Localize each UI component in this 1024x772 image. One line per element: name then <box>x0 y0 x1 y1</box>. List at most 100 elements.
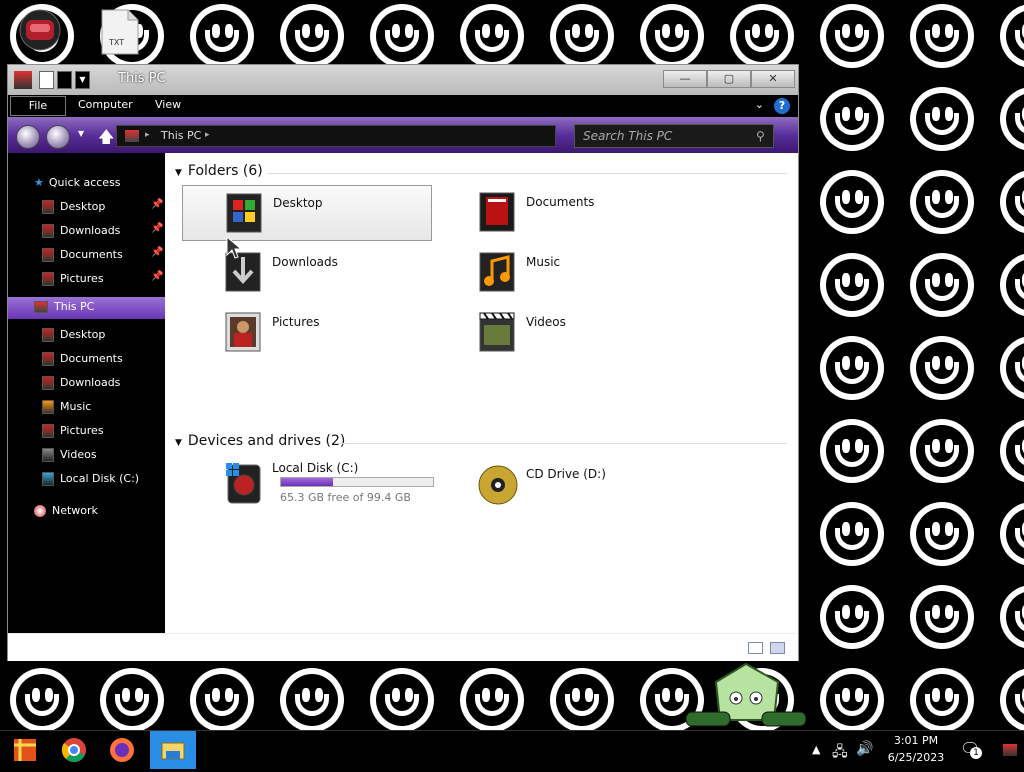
folder-tile-pictures[interactable]: Pictures <box>182 305 432 361</box>
nav-pc-documents[interactable]: Documents <box>42 349 123 369</box>
chrome-icon <box>61 738 86 763</box>
drive-label: CD Drive (D:) <box>526 467 606 481</box>
close-button[interactable]: ✕ <box>751 70 795 88</box>
network-tray-icon[interactable]: 🖧 <box>832 741 848 765</box>
desktop-icon-app[interactable] <box>18 6 62 58</box>
tab-computer[interactable]: Computer <box>78 98 133 111</box>
new-folder-icon[interactable] <box>57 71 72 89</box>
downloads-folder-icon <box>42 376 54 390</box>
drive-usage-fill <box>281 478 334 486</box>
folder-tile-videos[interactable]: Videos <box>436 305 686 361</box>
minimize-button[interactable]: — <box>663 70 707 88</box>
nav-quick-documents[interactable]: Documents <box>42 245 123 265</box>
nav-label: Music <box>60 400 92 413</box>
drive-label: Local Disk (C:) <box>272 461 359 475</box>
smiley-wallpaper-icon <box>550 668 614 730</box>
large-icons-view-icon[interactable] <box>770 642 785 654</box>
smiley-wallpaper-icon <box>1000 336 1024 400</box>
show-hidden-icons-icon[interactable]: ▲ <box>812 743 820 756</box>
status-bar <box>8 633 798 661</box>
smiley-wallpaper-icon <box>280 668 344 730</box>
nav-quick-access[interactable]: ★ Quick access <box>34 173 121 193</box>
smiley-wallpaper-icon <box>370 4 434 68</box>
back-button[interactable] <box>16 125 40 149</box>
properties-icon[interactable] <box>39 71 54 89</box>
search-input[interactable]: Search This PC <box>574 124 774 148</box>
nav-label: Downloads <box>60 376 121 389</box>
clock[interactable]: 3:01 PM 6/25/2023 <box>880 734 952 764</box>
drive-tile-d[interactable]: CD Drive (D:) <box>436 455 686 515</box>
collapse-icon[interactable]: ▼ <box>175 438 182 448</box>
show-desktop-button[interactable] <box>1000 739 1020 761</box>
nav-quick-downloads[interactable]: Downloads <box>42 221 120 241</box>
drive-free-space: 65.3 GB free of 99.4 GB <box>280 491 411 504</box>
this-pc-icon <box>34 301 48 313</box>
nav-pc-desktop[interactable]: Desktop <box>42 325 105 345</box>
address-field[interactable]: ▸ This PC ▸ <box>116 125 556 147</box>
smiley-wallpaper-icon <box>730 4 794 68</box>
quick-access-toolbar: ▼ <box>14 71 90 89</box>
start-button[interactable] <box>2 731 46 769</box>
devices-group-header[interactable]: ▼ Devices and drives (2) <box>175 433 345 449</box>
this-pc-small-icon <box>125 130 139 142</box>
action-center-button[interactable]: 🗨 1 <box>960 739 982 761</box>
nav-pc-downloads[interactable]: Downloads <box>42 373 120 393</box>
search-icon[interactable]: ⚲ <box>756 129 765 143</box>
forward-button[interactable] <box>46 125 70 149</box>
taskbar-file-explorer[interactable] <box>150 731 196 769</box>
pin-icon[interactable]: 📌 <box>151 247 163 258</box>
pin-icon[interactable]: 📌 <box>151 199 163 210</box>
folder-tile-documents[interactable]: Documents <box>436 185 686 241</box>
maximize-button[interactable]: ▢ <box>707 70 751 88</box>
nav-network[interactable]: Network <box>34 501 98 521</box>
folder-tile-desktop[interactable]: Desktop <box>182 185 432 241</box>
smiley-wallpaper-icon <box>820 668 884 730</box>
collapse-icon[interactable]: ▼ <box>175 168 182 178</box>
smiley-wallpaper-icon <box>820 419 884 483</box>
recent-locations-icon[interactable]: ▼ <box>78 129 84 138</box>
pin-icon[interactable]: 📌 <box>151 271 163 282</box>
expand-ribbon-icon[interactable]: ⌄ <box>755 98 764 111</box>
pin-icon[interactable]: 📌 <box>151 223 163 234</box>
breadcrumb-this-pc[interactable]: This PC <box>161 129 201 142</box>
content-pane: ▼ Folders (6) Desktop Documents Downloads <box>165 153 798 633</box>
smiley-wallpaper-icon <box>460 668 524 730</box>
nav-quick-pictures[interactable]: Pictures <box>42 269 104 289</box>
txt-label: TXT <box>109 38 125 47</box>
taskbar-firefox[interactable] <box>100 731 144 769</box>
smiley-wallpaper-icon <box>910 585 974 649</box>
nav-label: Pictures <box>60 272 104 285</box>
breadcrumb-separator-icon[interactable]: ▸ <box>205 130 210 140</box>
up-button[interactable]: 🡅 <box>98 126 114 153</box>
divider <box>267 173 787 174</box>
folder-label: Music <box>526 255 561 269</box>
tab-view[interactable]: View <box>155 98 181 111</box>
nav-pc-videos[interactable]: Videos <box>42 445 97 465</box>
nav-pc-pictures[interactable]: Pictures <box>42 421 104 441</box>
qat-dropdown-icon[interactable]: ▼ <box>75 71 90 89</box>
tab-file[interactable]: File <box>10 96 66 116</box>
nav-this-pc[interactable]: This PC <box>8 297 165 319</box>
nav-quick-desktop[interactable]: Desktop <box>42 197 105 217</box>
drive-tile-c[interactable]: Local Disk (C:) 65.3 GB free of 99.4 GB <box>182 455 434 515</box>
local-disk-icon <box>226 463 261 504</box>
title-bar[interactable]: ▼ This PC — ▢ ✕ <box>8 65 798 95</box>
taskbar-chrome[interactable] <box>52 731 96 769</box>
folder-tile-downloads[interactable]: Downloads <box>182 245 432 301</box>
nav-pc-music[interactable]: Music <box>42 397 91 417</box>
volume-icon[interactable]: 🔊 <box>856 741 873 757</box>
folders-group-header[interactable]: ▼ Folders (6) <box>175 163 263 179</box>
smiley-wallpaper-icon <box>910 419 974 483</box>
smiley-wallpaper-icon <box>820 4 884 68</box>
smiley-wallpaper-icon <box>370 668 434 730</box>
nav-label: Pictures <box>60 424 104 437</box>
folder-label: Downloads <box>272 255 338 269</box>
details-view-icon[interactable] <box>748 642 763 654</box>
folder-tile-music[interactable]: Music <box>436 245 686 301</box>
smiley-wallpaper-icon <box>910 170 974 234</box>
help-icon[interactable]: ? <box>774 98 790 114</box>
nav-pc-local-disk[interactable]: Local Disk (C:) <box>42 469 139 489</box>
desktop-icon-txt[interactable]: TXT <box>98 6 142 58</box>
breadcrumb-separator-icon[interactable]: ▸ <box>145 130 150 140</box>
address-bar-area: ▼ 🡅 ▸ This PC ▸ Search This PC ⚲ <box>8 117 798 153</box>
